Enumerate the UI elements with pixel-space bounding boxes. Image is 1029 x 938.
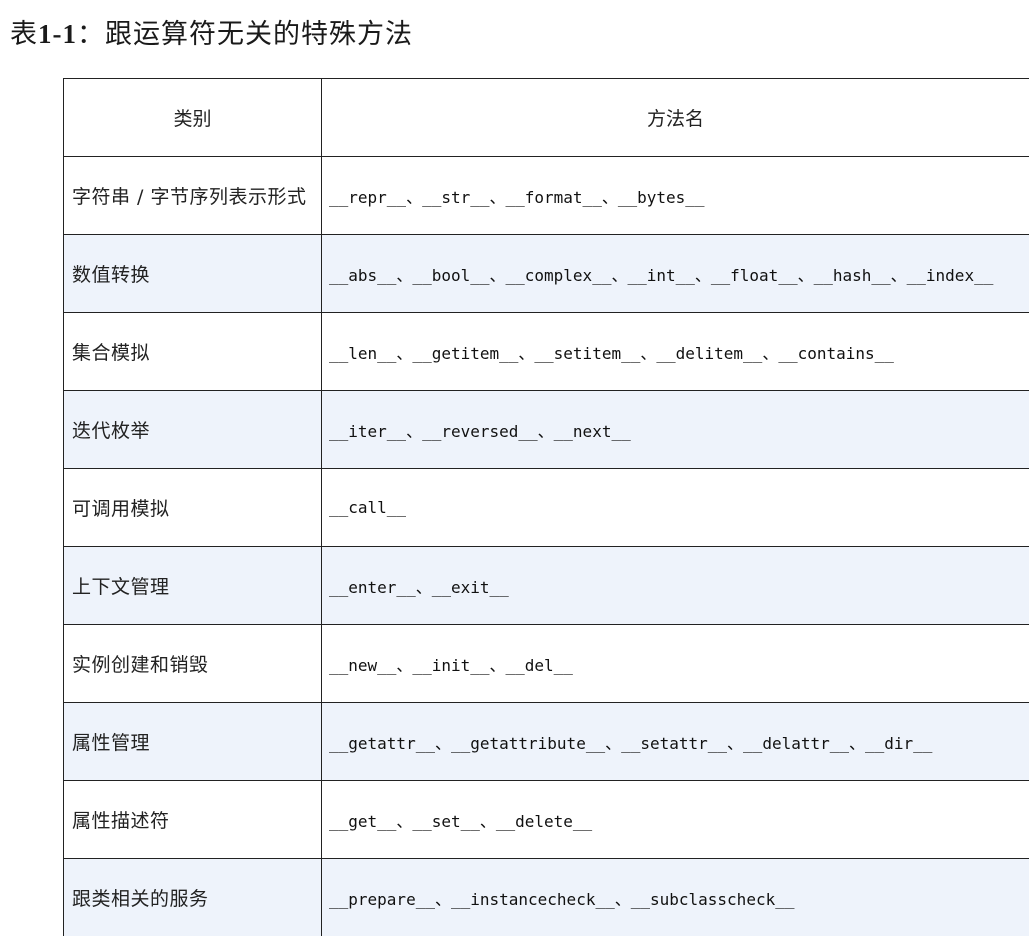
table-header-row: 类别 方法名	[63, 78, 1029, 157]
table-row: 属性管理 __getattr__、__getattribute__、__seta…	[63, 702, 1029, 781]
header-method-name: 方法名	[321, 78, 1029, 157]
table-row: 迭代枚举 __iter__、__reversed__、__next__	[63, 390, 1029, 469]
table-row: 数值转换 __abs__、__bool__、__complex__、__int_…	[63, 234, 1029, 313]
methods-cell: __abs__、__bool__、__complex__、__int__、__f…	[321, 234, 1029, 313]
table-row: 集合模拟 __len__、__getitem__、__setitem__、__d…	[63, 312, 1029, 391]
caption-text: ：跟运算符无关的特殊方法	[77, 19, 413, 50]
methods-cell: __get__、__set__、__delete__	[321, 780, 1029, 859]
methods-cell: __call__	[321, 468, 1029, 547]
table-row: 字符串 / 字节序列表示形式 __repr__、__str__、__format…	[63, 156, 1029, 235]
category-cell: 可调用模拟	[63, 468, 322, 547]
category-cell: 属性描述符	[63, 780, 322, 859]
methods-cell: __repr__、__str__、__format__、__bytes__	[321, 156, 1029, 235]
header-category: 类别	[63, 78, 322, 157]
category-cell: 跟类相关的服务	[63, 858, 322, 936]
methods-cell: __new__、__init__、__del__	[321, 624, 1029, 703]
special-methods-table: 类别 方法名 字符串 / 字节序列表示形式 __repr__、__str__、_…	[63, 78, 1029, 936]
caption-number: 1-1	[38, 19, 77, 49]
methods-cell: __getattr__、__getattribute__、__setattr__…	[321, 702, 1029, 781]
category-cell: 上下文管理	[63, 546, 322, 625]
methods-cell: __prepare__、__instancecheck__、__subclass…	[321, 858, 1029, 936]
category-cell: 集合模拟	[63, 312, 322, 391]
category-cell: 字符串 / 字节序列表示形式	[63, 156, 322, 235]
table-row: 跟类相关的服务 __prepare__、__instancecheck__、__…	[63, 858, 1029, 936]
table-row: 属性描述符 __get__、__set__、__delete__	[63, 780, 1029, 859]
category-cell: 迭代枚举	[63, 390, 322, 469]
table-row: 上下文管理 __enter__、__exit__	[63, 546, 1029, 625]
methods-cell: __iter__、__reversed__、__next__	[321, 390, 1029, 469]
table-row: 可调用模拟 __call__	[63, 468, 1029, 547]
table-caption: 表1-1：跟运算符无关的特殊方法	[10, 14, 413, 55]
category-cell: 实例创建和销毁	[63, 624, 322, 703]
category-cell: 属性管理	[63, 702, 322, 781]
category-cell: 数值转换	[63, 234, 322, 313]
table-row: 实例创建和销毁 __new__、__init__、__del__	[63, 624, 1029, 703]
methods-cell: __enter__、__exit__	[321, 546, 1029, 625]
caption-prefix: 表	[10, 19, 38, 50]
methods-cell: __len__、__getitem__、__setitem__、__delite…	[321, 312, 1029, 391]
